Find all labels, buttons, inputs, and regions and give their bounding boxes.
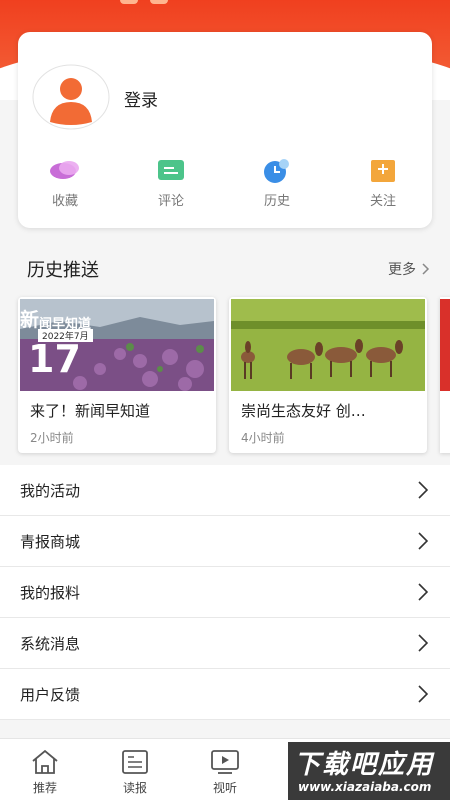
login-link[interactable]: 登录 [124,86,158,111]
chevron-right-icon [418,583,428,601]
home-icon [32,749,58,774]
tab-recommend[interactable]: 推荐 [20,749,70,796]
history-label: 历史 [263,194,290,209]
newspaper-icon [122,750,148,774]
news-card[interactable]: 崇尚生态友好 创… 4小时前 [229,297,427,453]
history-button[interactable]: 历史 [242,158,312,209]
menu-item-label: 我的活动 [20,482,81,500]
follow-label: 关注 [369,194,396,209]
follow-button[interactable]: 关注 [348,158,418,209]
tab-newspaper[interactable]: 读报 [110,749,160,796]
watermark-main: 下载吧应用 [294,750,435,780]
video-icon [211,750,239,774]
news-card[interactable]: 新 闻早知道 2022年7月 17 来了！新闻早知道 2小时前 [18,297,216,453]
card-title: 崇尚生态友好 创… [241,402,366,420]
favorites-label: 收藏 [51,194,78,209]
comment-icon [158,160,184,180]
more-link[interactable]: 更多 [388,259,430,279]
history-icon [264,159,289,183]
follow-icon [371,160,395,182]
card-thumbnail: 新 闻早知道 2022年7月 17 [20,299,214,391]
chevron-right-icon [418,532,428,550]
chevron-right-icon [418,685,428,703]
chevron-right-icon [418,481,428,499]
chevron-right-icon [418,634,428,652]
tab-label: 推荐 [32,781,57,795]
menu-item-label: 用户反馈 [20,686,81,704]
history-push-cards: 新 闻早知道 2022年7月 17 来了！新闻早知道 2小时前 崇尚生态友好 创… [0,297,450,455]
comments-label: 评论 [157,194,184,209]
menu-item-my-activities[interactable]: 我的活动 [0,465,450,516]
header-decoration [120,0,220,6]
menu-item-system-messages[interactable]: 系统消息 [0,618,450,669]
menu-item-shop[interactable]: 青报商城 [0,516,450,567]
card-time: 2小时前 [30,431,74,445]
profile-card: 登录 收藏 评论 历史 关注 [18,32,432,228]
watermark-sub: www.xiazaiaba.com [298,780,432,794]
chevron-right-icon [422,263,430,275]
menu-item-label: 青报商城 [20,533,81,551]
tab-label: 视听 [212,781,237,795]
tab-video[interactable]: 视听 [200,749,250,796]
news-card-partial[interactable] [440,297,450,453]
menu-item-my-reports[interactable]: 我的报料 [0,567,450,618]
history-push-header: 历史推送 更多 [0,250,450,286]
menu-item-label: 系统消息 [20,635,81,653]
settings-menu: 我的活动 青报商城 我的报料 系统消息 用户反馈 [0,465,450,720]
card-time: 4小时前 [241,431,285,445]
favorites-button[interactable]: 收藏 [30,158,100,209]
card-title: 来了！新闻早知道 [30,402,151,420]
avatar[interactable] [32,64,110,130]
menu-item-label: 我的报料 [20,584,81,602]
thumb-day: 17 [28,337,81,381]
section-title: 历史推送 [27,260,99,281]
more-label: 更多 [388,262,416,278]
thumb-big-char: 新 [20,309,40,331]
comments-button[interactable]: 评论 [136,158,206,209]
favorite-icon [50,161,79,179]
tab-label: 读报 [122,781,147,795]
menu-item-feedback[interactable]: 用户反馈 [0,669,450,720]
card-thumbnail [231,299,425,391]
watermark-logo: 下载吧应用 www.xiazaiaba.com [288,742,450,800]
